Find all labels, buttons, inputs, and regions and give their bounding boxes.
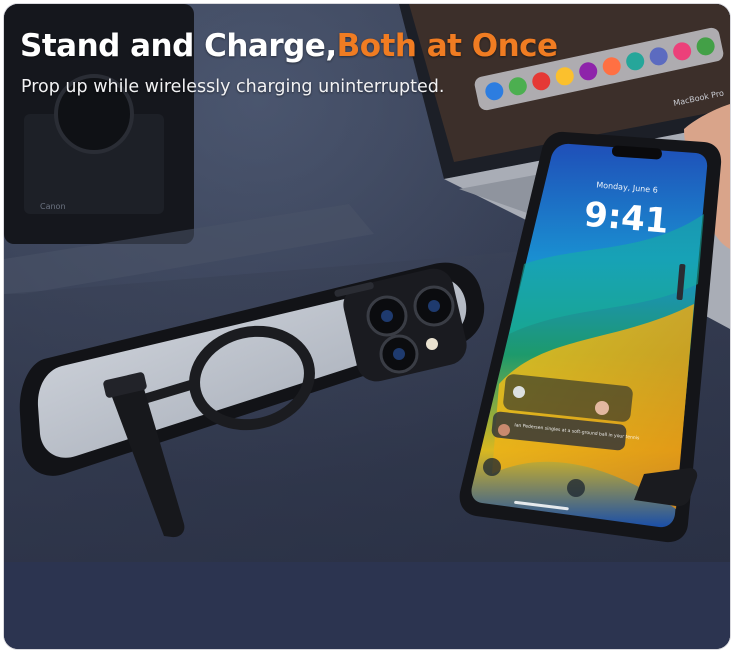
camera-shortcut-icon — [567, 479, 585, 497]
product-image-card: Canon MacBook Pro Monday, June 6 9:41 Ia… — [4, 4, 730, 649]
flashlight-icon — [483, 458, 501, 476]
camera-label: Canon — [40, 202, 66, 211]
subheadline: Prop up while wirelessly charging uninte… — [21, 77, 445, 97]
headline: Stand and Charge,Both at Once — [20, 26, 558, 66]
headline-main: Stand and Charge, — [20, 28, 337, 64]
headline-accent: Both at Once — [336, 28, 558, 64]
lock-screen-time: 9:41 — [582, 195, 670, 242]
bottom-band — [4, 562, 730, 649]
product-photo: Canon MacBook Pro Monday, June 6 9:41 Ia… — [4, 4, 730, 649]
